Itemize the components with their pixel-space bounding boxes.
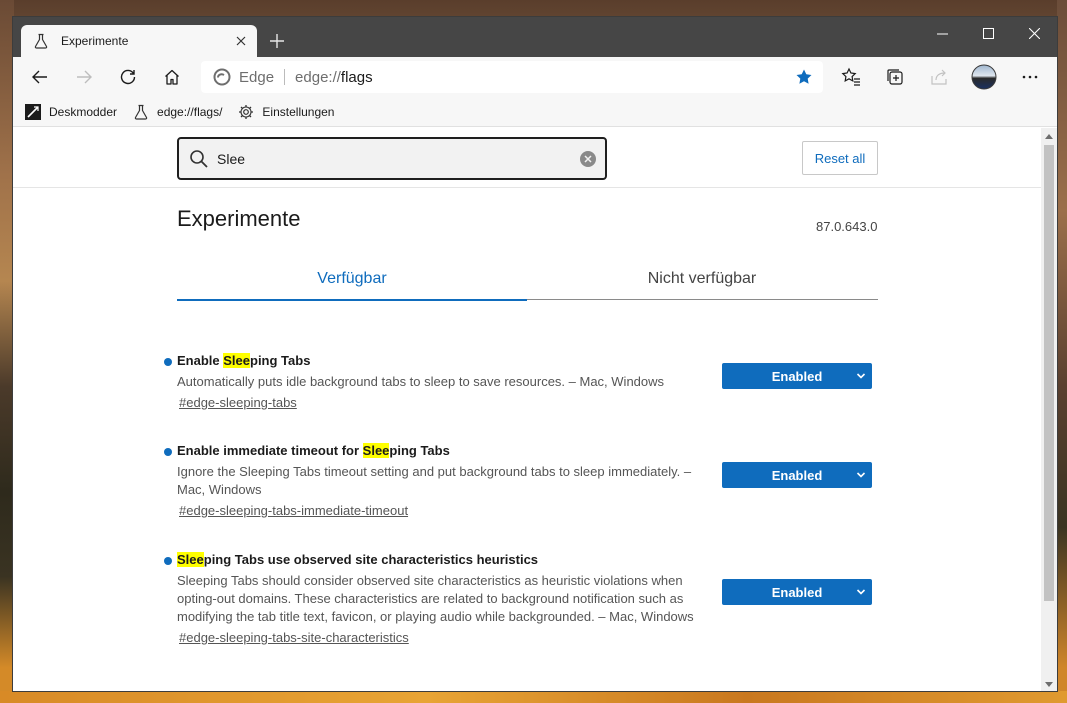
gear-icon xyxy=(238,104,254,120)
experiment-description: Sleeping Tabs should consider observed s… xyxy=(177,573,694,624)
favorites-list-icon xyxy=(841,67,860,86)
search-highlight: Slee xyxy=(177,552,204,567)
tab-available[interactable]: Verfügbar xyxy=(177,258,527,301)
home-icon xyxy=(165,69,179,85)
experiment-item: Enable immediate timeout for Sleeping Ta… xyxy=(164,443,877,520)
scrollbar-thumb[interactable] xyxy=(1044,145,1054,601)
favorite-edge-flags[interactable]: edge://flags/ xyxy=(133,104,222,120)
new-indicator-dot xyxy=(164,557,172,565)
avatar-icon xyxy=(971,64,997,90)
search-icon xyxy=(189,149,209,169)
favorites-button[interactable] xyxy=(835,61,867,93)
desktop-wallpaper-bottom xyxy=(0,691,1067,703)
scroll-up-arrow-icon[interactable] xyxy=(1041,128,1057,144)
chevron-down-icon xyxy=(856,371,866,381)
collections-icon xyxy=(887,69,903,85)
deskmodder-logo-icon xyxy=(25,103,41,120)
omnibox-separator xyxy=(284,69,286,85)
flags-page: Reset all Experimente 87.0.643.0 Verfügb… xyxy=(13,128,1043,691)
flask-icon xyxy=(133,104,149,120)
site-identity-label: Edge xyxy=(239,68,275,86)
flags-tabs: Verfügbar Nicht verfügbar xyxy=(177,258,878,301)
minimize-button[interactable] xyxy=(919,17,965,49)
new-indicator-dot xyxy=(164,358,172,366)
refresh-button[interactable] xyxy=(112,61,144,93)
select-value: Enabled xyxy=(771,368,823,384)
new-indicator-dot xyxy=(164,448,172,456)
favorite-star-icon[interactable] xyxy=(795,68,813,86)
search-highlight: Slee xyxy=(362,443,390,458)
back-button[interactable] xyxy=(24,61,56,93)
forward-button[interactable] xyxy=(68,61,100,93)
select-value: Enabled xyxy=(771,584,823,600)
clear-search-icon[interactable] xyxy=(579,150,597,168)
favorites-bar: Deskmodder edge://flags/ Einstellungen xyxy=(13,97,1057,127)
arrow-left-icon xyxy=(32,70,47,84)
experiment-state-select[interactable]: Enabled xyxy=(722,579,872,605)
reset-all-button[interactable]: Reset all xyxy=(802,141,878,175)
experiment-name: Enable immediate timeout for Sleeping Ta… xyxy=(177,443,450,458)
favorite-label: Einstellungen xyxy=(262,104,335,119)
experiment-state-select[interactable]: Enabled xyxy=(722,363,872,389)
search-highlight: Slee xyxy=(223,353,250,368)
experiment-anchor-link[interactable]: #edge-sleeping-tabs xyxy=(179,394,877,412)
page-title: Experimente xyxy=(177,206,301,231)
settings-more-button[interactable] xyxy=(1014,61,1046,93)
browser-tab-experimente[interactable]: Experimente xyxy=(21,25,257,57)
tab-title: Experimente xyxy=(61,34,129,48)
desktop-wallpaper-right xyxy=(1057,0,1067,703)
browser-window: Experimente Edge edge://flags Deskmodder… xyxy=(12,16,1058,692)
search-input[interactable] xyxy=(217,139,579,178)
chevron-down-icon xyxy=(856,587,866,597)
search-header: Reset all xyxy=(13,128,1043,188)
select-value: Enabled xyxy=(771,467,823,483)
edge-logo-icon xyxy=(213,68,231,86)
chevron-down-icon xyxy=(856,470,866,480)
experiment-anchor-link[interactable]: #edge-sleeping-tabs-immediate-timeout xyxy=(179,502,877,520)
more-dots-icon xyxy=(1022,75,1038,79)
share-button[interactable] xyxy=(923,61,955,93)
favorite-label: edge://flags/ xyxy=(157,104,223,119)
version-label: 87.0.643.0 xyxy=(816,219,878,234)
scroll-down-arrow-icon[interactable] xyxy=(1041,677,1057,691)
experiment-item: Enable Sleeping Tabs Automatically puts … xyxy=(164,353,877,412)
experiment-anchor-link[interactable]: #edge-sleeping-tabs-site-characteristics xyxy=(179,629,877,647)
experiment-description: Automatically puts idle background tabs … xyxy=(177,374,665,389)
navigation-toolbar: Edge edge://flags xyxy=(13,57,1057,97)
title-bar: Experimente xyxy=(13,17,1057,57)
profile-avatar[interactable] xyxy=(968,61,1000,93)
flags-search-box[interactable] xyxy=(177,137,607,180)
page-scrollbar[interactable] xyxy=(1041,128,1057,691)
close-tab-icon[interactable] xyxy=(233,33,249,49)
experiment-item: Sleeping Tabs use observed site characte… xyxy=(164,552,877,647)
experiment-state-select[interactable]: Enabled xyxy=(722,462,872,488)
favorite-label: Deskmodder xyxy=(49,104,118,119)
address-bar[interactable]: Edge edge://flags xyxy=(201,61,823,93)
favorite-einstellungen[interactable]: Einstellungen xyxy=(238,104,334,120)
flask-icon xyxy=(33,33,49,49)
experiment-name: Sleeping Tabs use observed site characte… xyxy=(177,552,539,567)
favorite-deskmodder[interactable]: Deskmodder xyxy=(25,103,118,120)
home-button[interactable] xyxy=(156,61,188,93)
refresh-icon xyxy=(120,69,136,85)
arrow-right-icon xyxy=(77,70,92,84)
experiment-description: Ignore the Sleeping Tabs timeout setting… xyxy=(177,464,692,497)
share-icon xyxy=(931,69,947,85)
close-window-button[interactable] xyxy=(1011,17,1057,49)
tab-unavailable[interactable]: Nicht verfügbar xyxy=(527,258,877,300)
maximize-button[interactable] xyxy=(965,17,1011,49)
new-tab-button[interactable] xyxy=(263,27,291,55)
collections-button[interactable] xyxy=(879,61,911,93)
url-text: edge://flags xyxy=(295,68,373,86)
